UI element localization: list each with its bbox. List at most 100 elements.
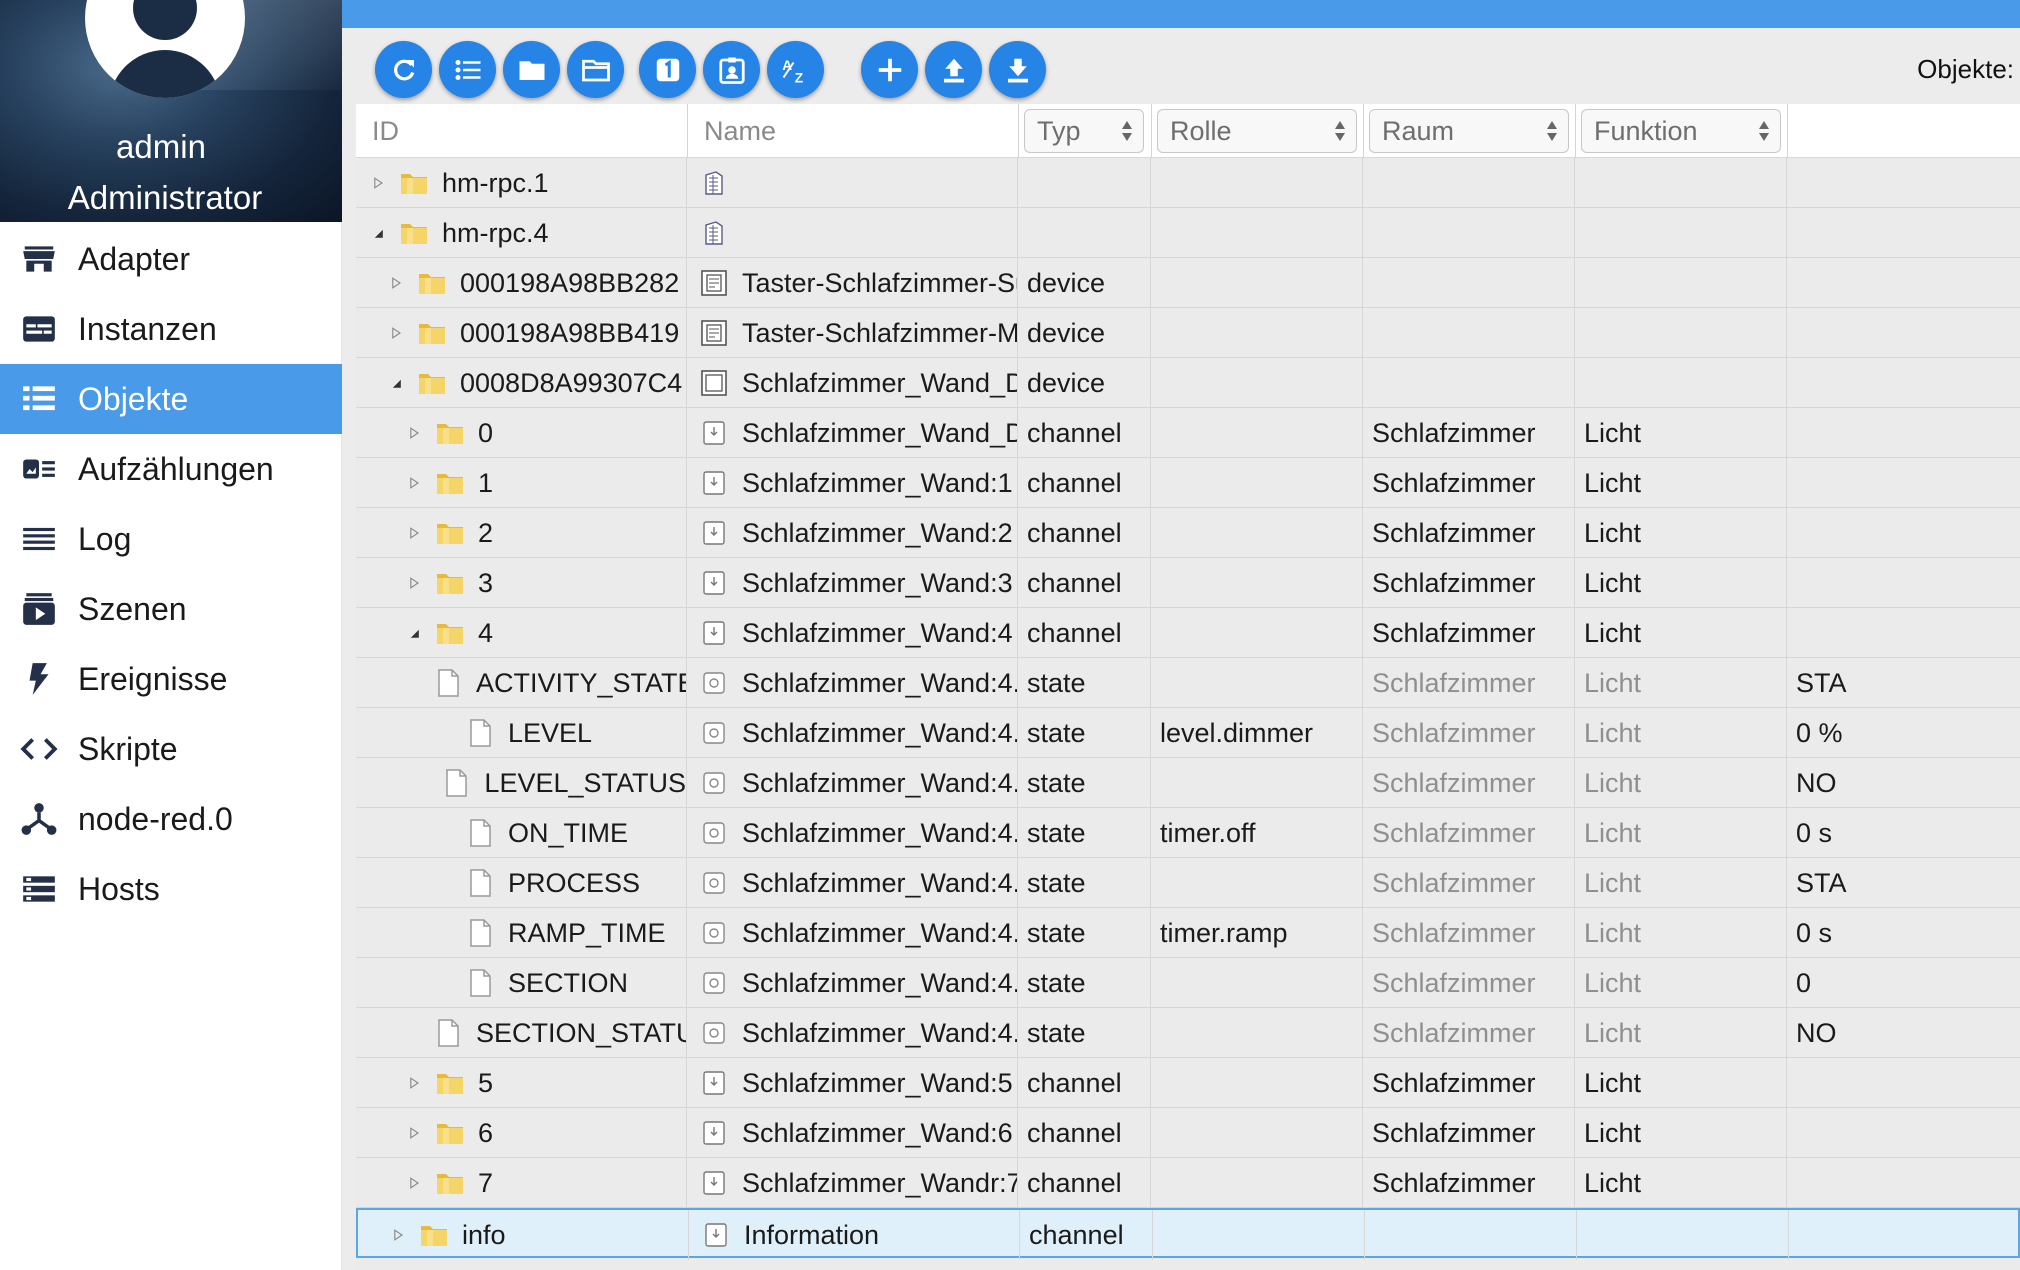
sidebar-item-szenen[interactable]: Szenen bbox=[0, 574, 342, 644]
folder-open-button[interactable] bbox=[567, 41, 624, 98]
table-row[interactable]: 7 Schlafzimmer_Wandr:7 channel Schlafzimmer… bbox=[356, 1158, 2020, 1208]
table-row[interactable]: 4 Schlafzimmer_Wand:4 channel Schlafzimmer L… bbox=[356, 608, 2020, 658]
funktion-filter-select[interactable]: Funktion bbox=[1581, 109, 1781, 153]
table-row[interactable]: 0008D8A99307C4 Schlafzimmer_Wand_Dev devic… bbox=[356, 358, 2020, 408]
object-rolle: level.dimmer bbox=[1160, 717, 1314, 748]
cell-id: LEVEL bbox=[356, 708, 687, 758]
column-header-id[interactable]: ID bbox=[356, 104, 687, 158]
sidebar-item-adapter[interactable]: Adapter bbox=[0, 224, 342, 294]
expand-arrow-icon[interactable] bbox=[404, 1173, 424, 1193]
table-row[interactable]: ON_TIME Schlafzimmer_Wand:4.ON_TI... state… bbox=[356, 808, 2020, 858]
table-row[interactable]: hm-rpc.4 bbox=[356, 208, 2020, 258]
table-row[interactable]: hm-rpc.1 bbox=[356, 158, 2020, 208]
counter-button[interactable] bbox=[639, 41, 696, 98]
object-name: Schlafzimmer_Wand_Dev bbox=[742, 367, 1017, 398]
expand-arrow-icon[interactable] bbox=[404, 573, 424, 593]
sort-az-button[interactable]: AZ bbox=[767, 41, 824, 98]
sidebar-item-objekte[interactable]: Objekte bbox=[0, 364, 342, 434]
avatar[interactable] bbox=[85, 0, 245, 98]
expand-arrow-icon[interactable] bbox=[404, 1073, 424, 1093]
object-id: 5 bbox=[478, 1067, 494, 1098]
code-icon bbox=[18, 728, 60, 770]
cell-id: 000198A98BB419 bbox=[356, 308, 687, 358]
table-row[interactable]: LEVEL_STATUS Schlafzimmer_Wand:4.LEVEL...… bbox=[356, 758, 2020, 808]
table-row[interactable]: 1 Schlafzimmer_Wand:1 channel Schlafzimmer L… bbox=[356, 458, 2020, 508]
object-typ: channel bbox=[1027, 567, 1122, 598]
sidebar-item-hosts[interactable]: Hosts bbox=[0, 854, 342, 924]
expand-arrow-icon[interactable] bbox=[386, 323, 406, 343]
table-row[interactable]: SECTION Schlafzimmer_Wand:4.SECTI... state… bbox=[356, 958, 2020, 1008]
table-row[interactable]: 0 Schlafzimmer_Wand_Dev:0 channel Schlafzim… bbox=[356, 408, 2020, 458]
column-header-name[interactable]: Name bbox=[688, 104, 1018, 158]
object-typ: channel bbox=[1027, 417, 1122, 448]
cell-raum: Schlafzimmer bbox=[1364, 758, 1575, 808]
column-divider bbox=[1787, 104, 1788, 158]
cell-id: 0 bbox=[356, 408, 687, 458]
folder-icon bbox=[434, 1167, 466, 1199]
cell-id: hm-rpc.4 bbox=[356, 208, 687, 258]
sidebar-item-skripte[interactable]: Skripte bbox=[0, 714, 342, 784]
expand-arrow-icon[interactable] bbox=[388, 1225, 408, 1245]
expand-arrow-icon[interactable] bbox=[368, 173, 388, 193]
cell-name: Schlafzimmer_Wand:4.ON_TI... bbox=[688, 808, 1018, 858]
expand-arrow-icon[interactable] bbox=[404, 1123, 424, 1143]
collapse-arrow-icon[interactable] bbox=[368, 223, 388, 243]
folder-icon bbox=[434, 417, 466, 449]
object-raum: Schlafzimmer bbox=[1372, 667, 1536, 698]
expand-arrow-icon[interactable] bbox=[404, 473, 424, 493]
upload-button[interactable] bbox=[925, 41, 982, 98]
object-typ: device bbox=[1027, 367, 1106, 398]
badge-button[interactable] bbox=[703, 41, 760, 98]
sidebar: admin Administrator Adapter Instanzen Obje… bbox=[0, 0, 342, 1270]
channel-icon bbox=[702, 1221, 730, 1249]
plus-button[interactable] bbox=[861, 41, 918, 98]
cell-funktion: Licht bbox=[1576, 708, 1787, 758]
sidebar-item-label: Instanzen bbox=[78, 310, 217, 347]
file-icon bbox=[432, 667, 464, 699]
folder-button[interactable] bbox=[503, 41, 560, 98]
table-row[interactable]: info Information channel bbox=[356, 1208, 2020, 1260]
download-button[interactable] bbox=[989, 41, 1046, 98]
refresh-button[interactable] bbox=[375, 41, 432, 98]
table-row[interactable]: RAMP_TIME Schlafzimmer_Wand:4.RAMP_... sta… bbox=[356, 908, 2020, 958]
table-row[interactable]: SECTION_STATUS Schlafzimmer_Wand:4.SECTI.… bbox=[356, 1008, 2020, 1058]
expand-arrow-icon[interactable] bbox=[386, 273, 406, 293]
expand-arrow-icon[interactable] bbox=[404, 523, 424, 543]
table-row[interactable]: 2 Schlafzimmer_Wand:2 channel Schlafzimmer L… bbox=[356, 508, 2020, 558]
counter-icon bbox=[653, 55, 683, 85]
state-icon bbox=[700, 919, 728, 947]
sidebar-item-node-red-0[interactable]: node-red.0 bbox=[0, 784, 342, 854]
cell-funktion: Licht bbox=[1576, 658, 1787, 708]
table-row[interactable]: 5 Schlafzimmer_Wand:5 channel Schlafzimmer L… bbox=[356, 1058, 2020, 1108]
table-row[interactable]: 6 Schlafzimmer_Wand:6 channel Schlafzimmer L… bbox=[356, 1108, 2020, 1158]
expand-arrow-icon[interactable] bbox=[404, 423, 424, 443]
table-row[interactable]: LEVEL Schlafzimmer_Wand:4.LEVEL state level… bbox=[356, 708, 2020, 758]
table-row[interactable]: 000198A98BB282 Taster-Schlafzimmer-Susi de… bbox=[356, 258, 2020, 308]
sidebar-item-instanzen[interactable]: Instanzen bbox=[0, 294, 342, 364]
rolle-filter-select[interactable]: Rolle bbox=[1157, 109, 1357, 153]
collapse-arrow-icon[interactable] bbox=[386, 373, 406, 393]
list-view-button[interactable] bbox=[439, 41, 496, 98]
sidebar-item-aufz-hlungen[interactable]: Aufzählungen bbox=[0, 434, 342, 504]
cell-name: Schlafzimmer_Wand_Dev bbox=[688, 358, 1018, 408]
top-bar bbox=[342, 0, 2020, 28]
table-row[interactable]: PROCESS Schlafzimmer_Wand:4.PROCE... state… bbox=[356, 858, 2020, 908]
object-raum: Schlafzimmer bbox=[1372, 867, 1536, 898]
table-row[interactable]: ACTIVITY_STATE Schlafzimmer_Wand:4.ACTIVI… bbox=[356, 658, 2020, 708]
objects-table: ID Name Typ Rolle Raum Funktion hm-rpc.1… bbox=[356, 104, 2020, 1270]
typ-filter-select[interactable]: Typ bbox=[1024, 109, 1144, 153]
column-divider bbox=[1575, 104, 1576, 158]
cell-id: 2 bbox=[356, 508, 687, 558]
object-typ: state bbox=[1027, 717, 1086, 748]
table-row[interactable]: 3 Schlafzimmer_Wand:3 channel Schlafzimmer L… bbox=[356, 558, 2020, 608]
raum-filter-select[interactable]: Raum bbox=[1369, 109, 1569, 153]
cell-value bbox=[1788, 158, 2020, 208]
collapse-arrow-icon[interactable] bbox=[404, 623, 424, 643]
sidebar-item-ereignisse[interactable]: Ereignisse bbox=[0, 644, 342, 714]
sidebar-item-label: Szenen bbox=[78, 590, 187, 627]
cell-typ: state bbox=[1019, 758, 1151, 808]
cell-value: 0 bbox=[1788, 958, 2020, 1008]
sidebar-item-log[interactable]: Log bbox=[0, 504, 342, 574]
cell-rolle bbox=[1152, 408, 1363, 458]
table-row[interactable]: 000198A98BB419 Taster-Schlafzimmer-Martin… bbox=[356, 308, 2020, 358]
